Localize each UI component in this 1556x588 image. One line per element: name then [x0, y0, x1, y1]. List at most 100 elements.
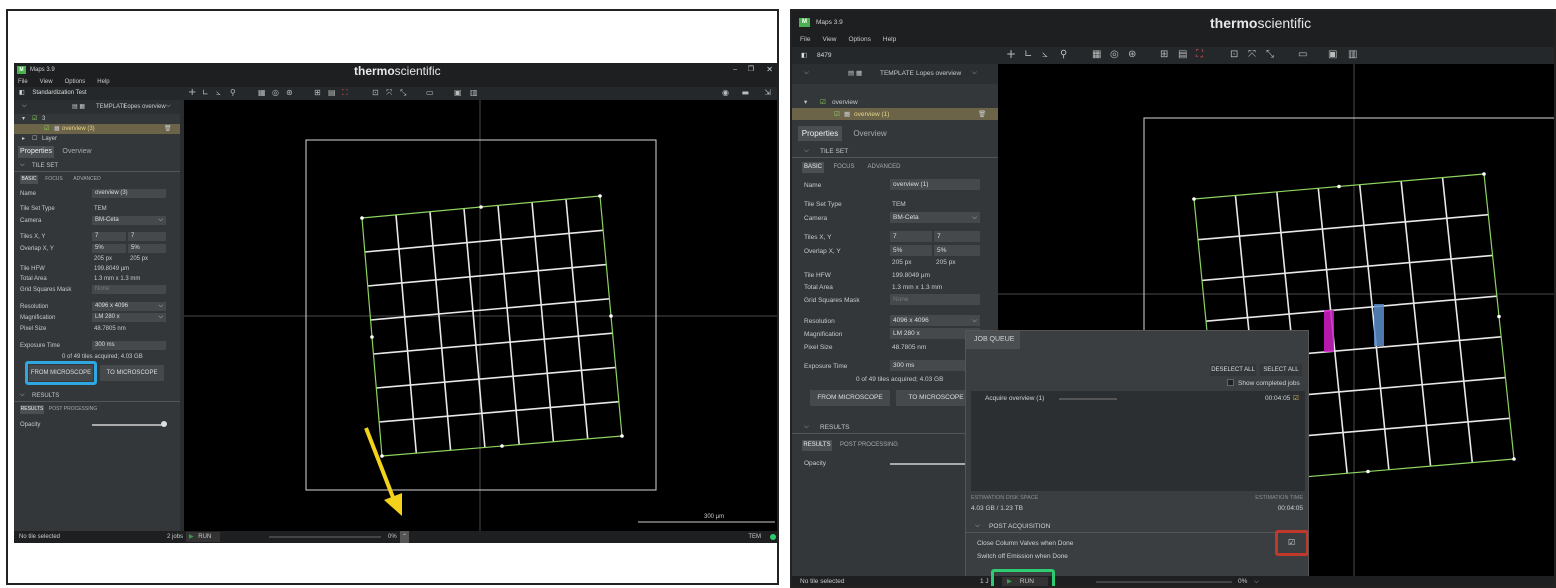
menu-help[interactable]: Help — [883, 33, 896, 47]
to-microscope-button[interactable]: TO MICROSCOPE — [100, 365, 164, 381]
target-icon[interactable]: ◎ — [272, 88, 279, 97]
overlap-x-field[interactable]: 5% — [92, 244, 126, 253]
expand-icon[interactable]: ▾ — [804, 98, 807, 106]
tileset-section-header[interactable]: ⌵ TILE SET — [792, 144, 998, 158]
expand-icon[interactable]: ▾ — [22, 115, 25, 122]
expand-queue-icon[interactable]: ⌵ — [1254, 576, 1259, 586]
tree-child-selected[interactable]: ☑ ▦ overview (1) 🗑 — [792, 108, 998, 120]
angle-icon[interactable]: ⦣ — [216, 88, 221, 98]
target-icon[interactable]: ◎ — [1110, 49, 1119, 60]
chevron-down-icon[interactable]: ⌵ — [20, 162, 25, 169]
subtab-results[interactable]: RESULTS — [802, 440, 832, 451]
delete-area-icon[interactable]: ⛶ — [342, 88, 348, 98]
camera-icon[interactable]: ◉ — [722, 88, 729, 97]
chevron-down-icon[interactable]: ⌵ — [804, 69, 809, 77]
fit-icon[interactable]: ⊡ — [1230, 49, 1238, 60]
add-icon[interactable]: + — [1006, 47, 1016, 61]
chevron-down-icon[interactable]: ⌵ — [20, 392, 25, 399]
trash-icon[interactable]: 🗑 — [164, 125, 172, 132]
tiles-y-field[interactable]: 7 — [128, 232, 166, 241]
grid-icon[interactable]: ▥ — [470, 88, 478, 97]
template-value[interactable]: Lopes overview — [916, 70, 961, 77]
ruler-icon[interactable]: ∟ — [1024, 49, 1032, 60]
chevron-down-icon[interactable]: ⌵ — [975, 522, 980, 530]
template-dropdown-icon[interactable]: ⌵ — [972, 69, 977, 77]
layer-icon[interactable]: ▭ — [1298, 49, 1307, 60]
from-microscope-button[interactable]: FROM MICROSCOPE — [810, 390, 890, 406]
menu-options[interactable]: Options — [65, 77, 86, 87]
jobs-count[interactable]: 1 J — [980, 576, 989, 586]
tree-root[interactable]: ▾ ☑ 3 — [14, 114, 180, 124]
deselect-all-button[interactable]: DESELECT ALL — [1210, 364, 1256, 376]
chevron-down-icon[interactable]: ⌵ — [804, 423, 809, 431]
tileset-icon[interactable]: ▦ — [258, 88, 266, 97]
camera-select[interactable]: BM-Ceta ⌵ — [92, 216, 166, 225]
name-field[interactable]: overview (1) — [890, 179, 980, 190]
checkbox-icon[interactable]: ☑ — [834, 110, 840, 118]
menu-file[interactable]: File — [800, 33, 810, 47]
tiles-y-field[interactable]: 7 — [934, 231, 980, 242]
checkbox-icon[interactable]: ☑ — [820, 98, 826, 106]
close-button[interactable]: ✕ — [766, 65, 773, 74]
subtab-focus[interactable]: FOCUS — [42, 175, 66, 184]
subtab-advanced[interactable]: ADVANCED — [70, 175, 104, 184]
multi-target-icon[interactable]: ⊛ — [1128, 49, 1136, 60]
ruler-icon[interactable]: ∟ — [202, 88, 209, 97]
zoom-icon[interactable]: ⚲ — [1060, 49, 1067, 60]
menu-help[interactable]: Help — [97, 77, 109, 87]
panel-toggle-icon[interactable]: ◧ — [801, 52, 807, 59]
grid-mask-select[interactable]: None — [890, 294, 980, 305]
trash-icon[interactable]: 🗑 — [978, 110, 986, 118]
snapshot-icon[interactable]: ▣ — [1328, 49, 1337, 60]
panel-toggle-icon[interactable]: ◧ — [19, 90, 25, 96]
jobs-count[interactable]: 2 jobs — [167, 531, 183, 543]
grid-icon[interactable]: ▥ — [1348, 49, 1357, 60]
add-box-icon[interactable]: ⊞ — [1160, 49, 1168, 60]
name-field[interactable]: overview (3) — [92, 189, 166, 198]
zoom-icon[interactable]: ⚲ — [230, 88, 236, 97]
resolution-select[interactable]: 4096 x 4096 ⌵ — [92, 302, 166, 311]
expand-icon[interactable]: ⤧ — [386, 88, 392, 98]
add-icon[interactable]: + — [188, 87, 196, 98]
subtab-post-processing[interactable]: POST PROCESSING — [838, 440, 900, 451]
overlap-x-field[interactable]: 5% — [890, 245, 932, 256]
angle-icon[interactable]: ⦣ — [1042, 49, 1048, 60]
menu-view[interactable]: View — [822, 33, 836, 47]
overlap-y-field[interactable]: 5% — [128, 244, 166, 253]
shrink-icon[interactable]: ⤡ — [400, 88, 406, 98]
expand-queue-icon[interactable]: ⌃ — [400, 531, 409, 543]
tree-root[interactable]: ▾ ☑ overview — [792, 96, 998, 108]
magnification-select[interactable]: LM 280 x⌵ — [92, 313, 166, 322]
opacity-slider[interactable] — [92, 424, 164, 426]
post-acquisition-header[interactable]: ⌵ POST ACQUISITION — [966, 519, 1308, 533]
delete-area-icon[interactable]: ⛶ — [1196, 49, 1203, 60]
snapshot-icon[interactable]: ▣ — [454, 88, 462, 97]
navigation-canvas[interactable]: 300 µm — [184, 100, 777, 531]
subtab-basic[interactable]: BASIC — [802, 162, 824, 173]
opacity-slider-handle[interactable] — [161, 421, 167, 427]
run-button[interactable]: ▶ RUN — [186, 532, 220, 542]
camera-select[interactable]: BM-Ceta ⌵ — [890, 212, 980, 223]
to-microscope-button[interactable]: TO MICROSCOPE — [896, 390, 976, 406]
subtab-post-processing[interactable]: POST PROCESSING — [48, 405, 98, 414]
minimize-button[interactable]: – — [733, 66, 737, 73]
document-icon[interactable]: ▤ — [328, 88, 336, 97]
tiles-x-field[interactable]: 7 — [92, 232, 126, 241]
fit-icon[interactable]: ⊡ — [372, 88, 379, 97]
subtab-focus[interactable]: FOCUS — [830, 162, 858, 173]
template-value[interactable]: Lopes overview — [124, 104, 166, 110]
checkbox-icon[interactable]: ☑ — [44, 125, 49, 132]
job-row[interactable]: Acquire overview (1) 00:04:05 ☑ — [971, 393, 1305, 404]
show-completed-checkbox[interactable] — [1227, 379, 1234, 386]
grid-mask-select[interactable]: None — [92, 285, 166, 294]
tab-overview[interactable]: Overview — [846, 126, 894, 141]
tileset-icon[interactable]: ▦ — [1092, 49, 1101, 60]
select-all-button[interactable]: SELECT ALL — [1260, 364, 1302, 376]
collapse-icon[interactable]: ▸ — [22, 135, 25, 142]
menu-file[interactable]: File — [18, 77, 28, 87]
tileset-section-header[interactable]: ⌵ TILE SET — [14, 160, 180, 172]
tree-layer[interactable]: ▸ ☐ Layer — [14, 134, 180, 144]
subtab-advanced[interactable]: ADVANCED — [864, 162, 904, 173]
tree-child-selected[interactable]: ☑ ▦ overview (3) 🗑 — [14, 124, 180, 134]
tiles-x-field[interactable]: 7 — [890, 231, 932, 242]
